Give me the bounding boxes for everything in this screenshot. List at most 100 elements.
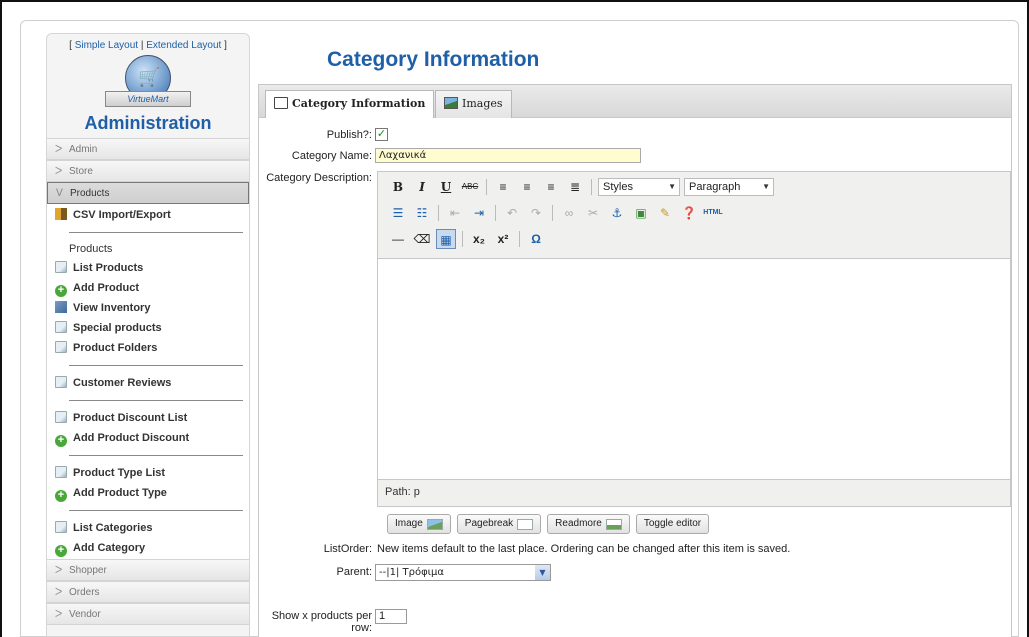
bullet-list-icon[interactable]: ☰	[388, 203, 408, 223]
category-description-label: Category Description:	[266, 172, 372, 184]
pagebreak-button[interactable]: Pagebreak	[456, 514, 542, 534]
styles-dropdown-value: Styles	[603, 181, 633, 193]
caret-down-icon: ▼	[668, 182, 676, 191]
sidebar-item-label: Add Product Type	[73, 487, 167, 499]
numbered-list-icon[interactable]: ☷	[412, 203, 432, 223]
link-icon[interactable]: ∞	[559, 203, 579, 223]
menu-orders[interactable]: ᐳ Orders	[47, 581, 249, 603]
editor-toolbar-row-2: ☰ ☷ ⇤ ⇥ ↶ ↷ ∞ ✂ ⚓ ▣ ✎ ❓ HTML	[388, 202, 723, 224]
sidebar-item-list-products[interactable]: List Products	[47, 258, 249, 278]
tab-images[interactable]: Images	[435, 90, 512, 118]
image-button-label: Image	[395, 518, 423, 529]
strikethrough-icon[interactable]: ABC	[460, 177, 480, 197]
menu-store[interactable]: ᐳ Store	[47, 160, 249, 182]
chevron-right-icon: ᐳ	[55, 166, 63, 177]
sidebar-item-csv[interactable]: CSV Import/Export	[47, 205, 249, 225]
products-group-label: Products	[69, 243, 113, 255]
parent-select[interactable]: --|1| Τρόφιμα ▼	[375, 564, 551, 581]
sidebar-item-discount-list[interactable]: Product Discount List	[47, 408, 249, 428]
sidebar-item-label: List Products	[73, 262, 144, 274]
redo-icon[interactable]: ↷	[526, 203, 546, 223]
paragraph-dropdown[interactable]: Paragraph ▼	[684, 178, 774, 196]
html-icon[interactable]: HTML	[703, 203, 723, 223]
editor-text-area[interactable]	[378, 258, 1010, 480]
italic-icon[interactable]: I	[412, 177, 432, 197]
sidebar-item-add-product[interactable]: + Add Product	[47, 278, 249, 298]
category-name-label: Category Name:	[291, 150, 372, 162]
undo-icon[interactable]: ↶	[502, 203, 522, 223]
outdent-icon[interactable]: ⇤	[445, 203, 465, 223]
sidebar-item-label: View Inventory	[73, 302, 151, 314]
divider	[69, 400, 243, 401]
unlink-icon[interactable]: ✂	[583, 203, 603, 223]
sidebar-item-product-folders[interactable]: Product Folders	[47, 338, 249, 358]
toolbar-separator	[486, 179, 487, 195]
indent-icon[interactable]: ⇥	[469, 203, 489, 223]
rich-text-editor: B I U ABC ≡ ≡ ≡ ≣ Styles ▼ Paragraph ▼ ☰ ☷…	[377, 171, 1011, 507]
layout-close-bracket: ]	[221, 40, 227, 51]
csv-icon	[55, 208, 67, 220]
readmore-button[interactable]: Readmore	[547, 514, 630, 534]
menu-admin[interactable]: ᐳ Admin	[47, 138, 249, 160]
toolbar-separator	[462, 231, 463, 247]
sidebar-item-add-discount[interactable]: + Add Product Discount	[47, 428, 249, 448]
tab-label: Images	[462, 97, 503, 110]
sidebar-item-customer-reviews[interactable]: Customer Reviews	[47, 373, 249, 393]
menu-shopper[interactable]: ᐳ Shopper	[47, 559, 249, 581]
align-right-icon[interactable]: ≡	[541, 177, 561, 197]
bold-icon[interactable]: B	[388, 177, 408, 197]
align-left-icon[interactable]: ≡	[493, 177, 513, 197]
listorder-note: New items default to the last place. Ord…	[377, 543, 791, 555]
simple-layout-link[interactable]: Simple Layout	[75, 40, 138, 51]
help-icon[interactable]: ❓	[679, 203, 699, 223]
sidebar-item-list-categories[interactable]: List Categories	[47, 518, 249, 538]
sidebar-item-view-inventory[interactable]: View Inventory	[47, 298, 249, 318]
toggle-editor-button[interactable]: Toggle editor	[635, 514, 710, 534]
horizontal-rule-icon[interactable]: —	[388, 229, 408, 249]
editor-buttons: Image Pagebreak Readmore Toggle editor	[387, 514, 710, 534]
sidebar-item-add-category[interactable]: + Add Category	[47, 538, 249, 558]
page-icon	[55, 261, 67, 273]
editor-toolbar-row-3: — ⌫ ▦ x₂ x² Ω	[388, 228, 546, 250]
align-center-icon[interactable]: ≡	[517, 177, 537, 197]
sidebar-item-label: List Categories	[73, 522, 153, 534]
anchor-icon[interactable]: ⚓	[607, 203, 627, 223]
sidebar-item-add-type[interactable]: + Add Product Type	[47, 483, 249, 503]
toolbar-separator	[519, 231, 520, 247]
menu-store-label: Store	[69, 166, 93, 177]
parent-label: Parent:	[336, 566, 372, 578]
page-icon	[55, 521, 67, 533]
styles-dropdown[interactable]: Styles ▼	[598, 178, 680, 196]
chevron-right-icon: ᐳ	[55, 144, 63, 155]
menu-products[interactable]: ᐯ Products	[47, 182, 249, 204]
products-per-row-input[interactable]: 1	[375, 609, 407, 624]
special-character-icon[interactable]: Ω	[526, 229, 546, 249]
subscript-icon[interactable]: x₂	[469, 229, 489, 249]
publish-checkbox[interactable]: ✓	[375, 128, 388, 141]
insert-image-icon[interactable]: ▣	[631, 203, 651, 223]
sidebar-item-label: Special products	[73, 322, 162, 334]
underline-icon[interactable]: U	[436, 177, 456, 197]
page-icon	[55, 321, 67, 333]
chevron-down-icon: ᐯ	[56, 188, 63, 199]
toolbar-separator	[495, 205, 496, 221]
visual-aid-icon[interactable]: ▦	[436, 229, 456, 249]
publish-label: Publish?:	[326, 129, 372, 141]
sidebar-item-type-list[interactable]: Product Type List	[47, 463, 249, 483]
divider	[69, 365, 243, 366]
add-icon: +	[55, 435, 67, 447]
menu-vendor[interactable]: ᐳ Vendor	[47, 603, 249, 625]
administration-title: Administration	[84, 113, 212, 133]
superscript-icon[interactable]: x²	[493, 229, 513, 249]
sidebar-item-special-products[interactable]: Special products	[47, 318, 249, 338]
image-button[interactable]: Image	[387, 514, 451, 534]
tab-label: Category Information	[292, 97, 426, 110]
category-name-input[interactable]: Λαχανικά	[375, 148, 641, 163]
tab-category-information[interactable]: Category Information	[265, 90, 435, 119]
cleanup-icon[interactable]: ✎	[655, 203, 675, 223]
extended-layout-link[interactable]: Extended Layout	[146, 40, 221, 51]
align-justify-icon[interactable]: ≣	[565, 177, 585, 197]
divider	[69, 510, 243, 511]
tab-bar: Category Information Images	[258, 84, 1012, 119]
remove-format-icon[interactable]: ⌫	[412, 229, 432, 249]
